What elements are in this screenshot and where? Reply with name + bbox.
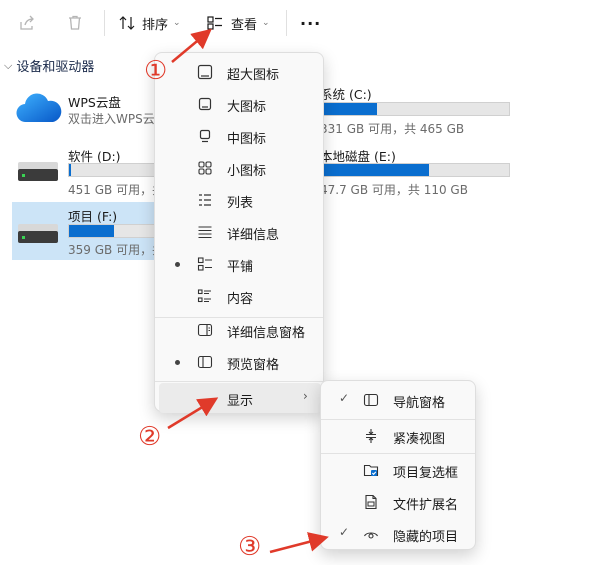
arrow-2 <box>167 397 219 430</box>
annotation-arrows <box>167 28 329 554</box>
arrow-3 <box>269 532 329 554</box>
arrow-1 <box>171 28 212 63</box>
